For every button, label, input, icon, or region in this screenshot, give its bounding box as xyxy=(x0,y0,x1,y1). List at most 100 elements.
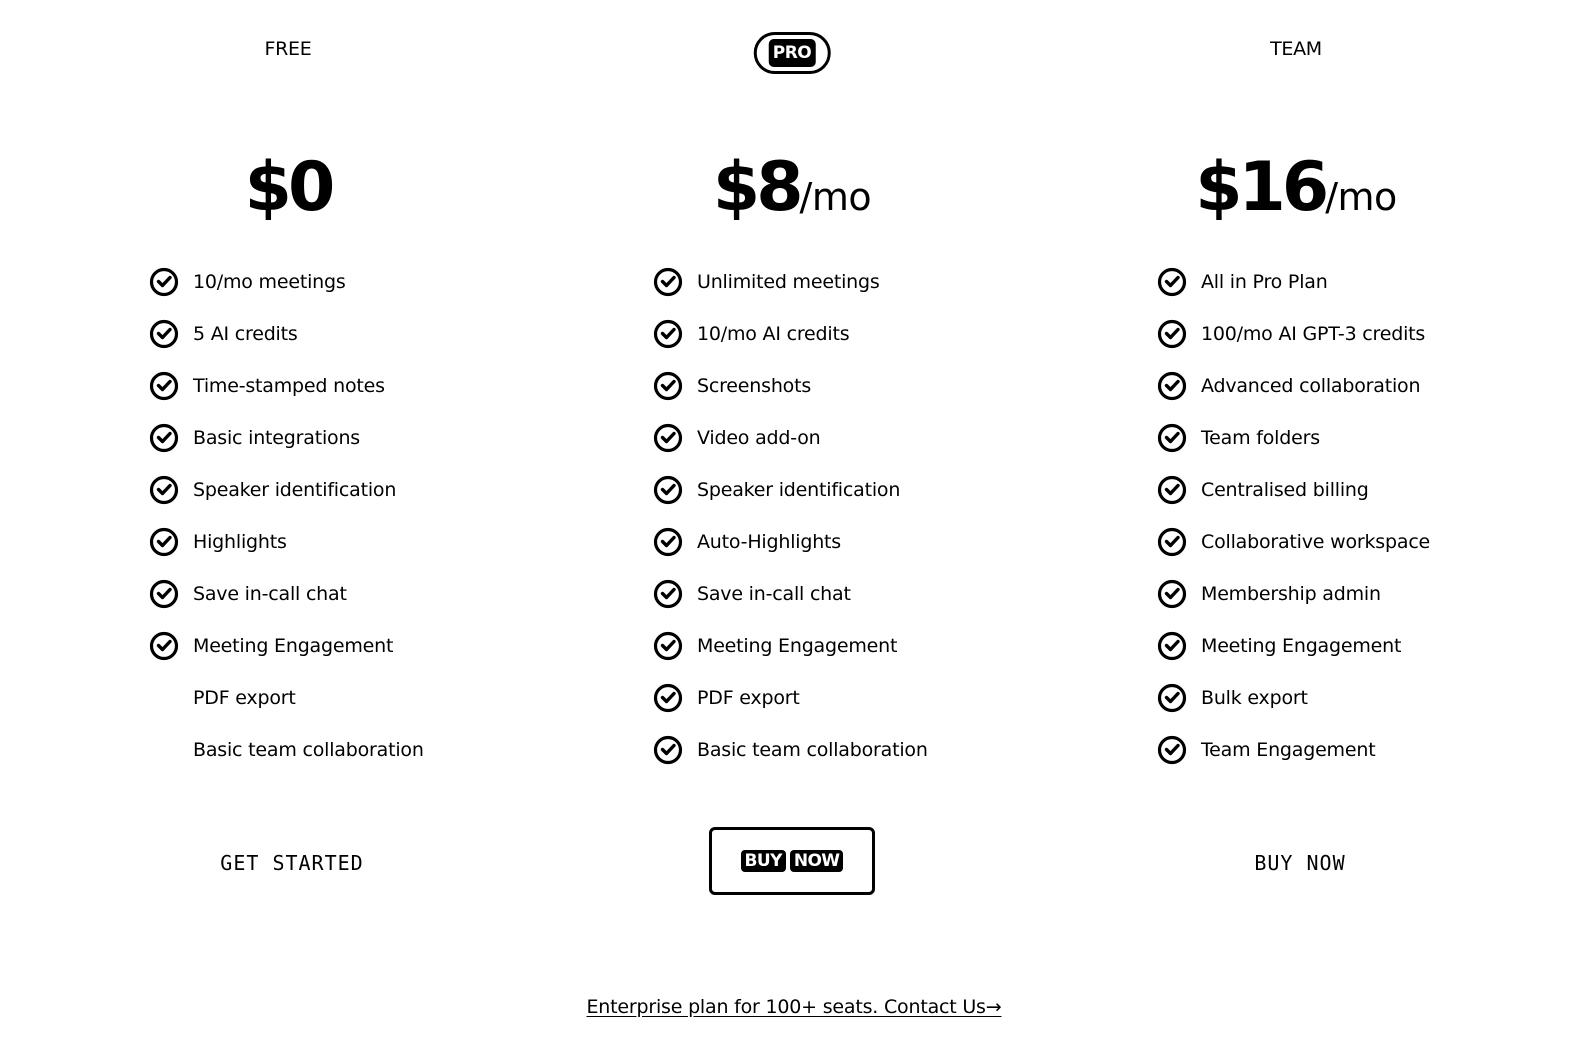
cta-word: NOW xyxy=(789,850,844,872)
feature-item: Meeting Engagement xyxy=(1156,630,1556,682)
check-circle-icon xyxy=(652,474,684,506)
check-circle-icon xyxy=(148,578,180,610)
feature-item: 10/mo meetings xyxy=(148,266,548,318)
feature-list-team: All in Pro Plan 100/mo AI GPT-3 credits Ad… xyxy=(1156,266,1556,786)
feature-label: Team Engagement xyxy=(1201,739,1376,761)
feature-list-free: 10/mo meetings 5 AI credits Time-stamped n… xyxy=(148,266,548,786)
feature-label: Collaborative workspace xyxy=(1201,531,1431,553)
feature-label: 10/mo meetings xyxy=(193,271,346,293)
feature-label: Save in-call chat xyxy=(697,583,851,605)
price-amount: $16 xyxy=(1195,148,1329,227)
check-circle-icon xyxy=(1156,526,1188,558)
feature-label: All in Pro Plan xyxy=(1201,271,1328,293)
plan-price-pro: $8/mo xyxy=(542,148,1042,227)
feature-item: Save in-call chat xyxy=(148,578,548,630)
check-circle-icon xyxy=(1156,734,1188,766)
feature-item: Auto-Highlights xyxy=(652,526,1052,578)
plan-name-badge-pro: PRO xyxy=(753,32,831,74)
feature-label: PDF export xyxy=(193,687,296,709)
feature-item: Video add-on xyxy=(652,422,1052,474)
feature-item: Basic team collaboration xyxy=(148,734,548,786)
plan-card-pro: PRO $8/mo Unlimited meetings 10/mo AI cre… xyxy=(542,0,1042,940)
check-circle-icon xyxy=(1156,682,1188,714)
check-circle-icon xyxy=(1156,578,1188,610)
cta-word: BUY xyxy=(740,850,786,872)
feature-item: All in Pro Plan xyxy=(1156,266,1556,318)
check-circle-icon xyxy=(652,266,684,298)
feature-label: Basic integrations xyxy=(193,427,361,449)
feature-label: Time-stamped notes xyxy=(193,375,385,397)
check-circle-icon xyxy=(1156,266,1188,298)
check-circle-icon xyxy=(148,370,180,402)
feature-label: 5 AI credits xyxy=(193,323,298,345)
check-circle-icon xyxy=(148,266,180,298)
get-started-button[interactable]: GET STARTED xyxy=(210,827,373,899)
plan-name-free: FREE xyxy=(264,38,312,60)
check-circle-icon xyxy=(148,630,180,662)
plan-card-free: FREE $0 10/mo meetings 5 AI credits Time-s… xyxy=(38,0,538,940)
check-circle-icon xyxy=(1156,474,1188,506)
check-circle-icon xyxy=(652,682,684,714)
check-circle-icon xyxy=(1156,318,1188,350)
feature-item: Save in-call chat xyxy=(652,578,1052,630)
feature-label: Meeting Engagement xyxy=(1201,635,1402,657)
feature-item: Bulk export xyxy=(1156,682,1556,734)
buy-now-button-pro[interactable]: BUY NOW xyxy=(709,827,875,895)
check-circle-icon xyxy=(148,474,180,506)
plan-name-team: TEAM xyxy=(1270,38,1322,60)
feature-label: Bulk export xyxy=(1201,687,1308,709)
feature-item: Unlimited meetings xyxy=(652,266,1052,318)
feature-item: PDF export xyxy=(148,682,548,734)
feature-label: 10/mo AI credits xyxy=(697,323,850,345)
feature-label: Unlimited meetings xyxy=(697,271,880,293)
feature-item: 10/mo AI credits xyxy=(652,318,1052,370)
feature-label: Basic team collaboration xyxy=(193,739,424,761)
feature-item: 5 AI credits xyxy=(148,318,548,370)
check-circle-icon xyxy=(652,526,684,558)
feature-item: Team folders xyxy=(1156,422,1556,474)
enterprise-footer: Enterprise plan for 100+ seats. Contact … xyxy=(0,996,1588,1018)
feature-list-pro: Unlimited meetings 10/mo AI credits Screen… xyxy=(652,266,1052,786)
feature-item: 100/mo AI GPT-3 credits xyxy=(1156,318,1556,370)
feature-item: Highlights xyxy=(148,526,548,578)
price-amount: $0 xyxy=(244,148,336,227)
feature-label: Video add-on xyxy=(697,427,821,449)
feature-item: Advanced collaboration xyxy=(1156,370,1556,422)
buy-now-button-team[interactable]: BUY NOW xyxy=(1244,827,1355,899)
feature-label: Centralised billing xyxy=(1201,479,1369,501)
price-period: /mo xyxy=(799,175,872,219)
check-circle-icon xyxy=(652,734,684,766)
feature-item: PDF export xyxy=(652,682,1052,734)
feature-item: Meeting Engagement xyxy=(652,630,1052,682)
feature-label: Screenshots xyxy=(697,375,812,397)
check-circle-icon xyxy=(1156,422,1188,454)
feature-label: Speaker identification xyxy=(193,479,397,501)
feature-item: Centralised billing xyxy=(1156,474,1556,526)
feature-item: Membership admin xyxy=(1156,578,1556,630)
check-circle-icon xyxy=(1156,630,1188,662)
feature-label: Team folders xyxy=(1201,427,1320,449)
feature-label: Speaker identification xyxy=(697,479,901,501)
feature-label: Basic team collaboration xyxy=(697,739,928,761)
plan-card-team: TEAM $16/mo All in Pro Plan 100/mo AI GPT… xyxy=(1046,0,1546,940)
feature-item: Time-stamped notes xyxy=(148,370,548,422)
check-circle-icon xyxy=(652,578,684,610)
feature-label: Auto-Highlights xyxy=(697,531,841,553)
plan-price-free: $0 xyxy=(38,148,538,227)
check-circle-icon xyxy=(652,630,684,662)
enterprise-contact-link[interactable]: Enterprise plan for 100+ seats. Contact … xyxy=(587,996,1002,1018)
feature-label: PDF export xyxy=(697,687,800,709)
feature-label: Membership admin xyxy=(1201,583,1381,605)
feature-item: Basic team collaboration xyxy=(652,734,1052,786)
check-circle-icon xyxy=(148,526,180,558)
feature-label: Meeting Engagement xyxy=(697,635,898,657)
feature-label: 100/mo AI GPT-3 credits xyxy=(1201,323,1426,345)
feature-item: Speaker identification xyxy=(148,474,548,526)
check-circle-icon xyxy=(652,318,684,350)
feature-label: Save in-call chat xyxy=(193,583,347,605)
feature-item: Speaker identification xyxy=(652,474,1052,526)
check-circle-icon xyxy=(148,422,180,454)
price-amount: $8 xyxy=(712,148,804,227)
plan-name-pro: PRO xyxy=(768,39,816,67)
feature-label: Advanced collaboration xyxy=(1201,375,1421,397)
